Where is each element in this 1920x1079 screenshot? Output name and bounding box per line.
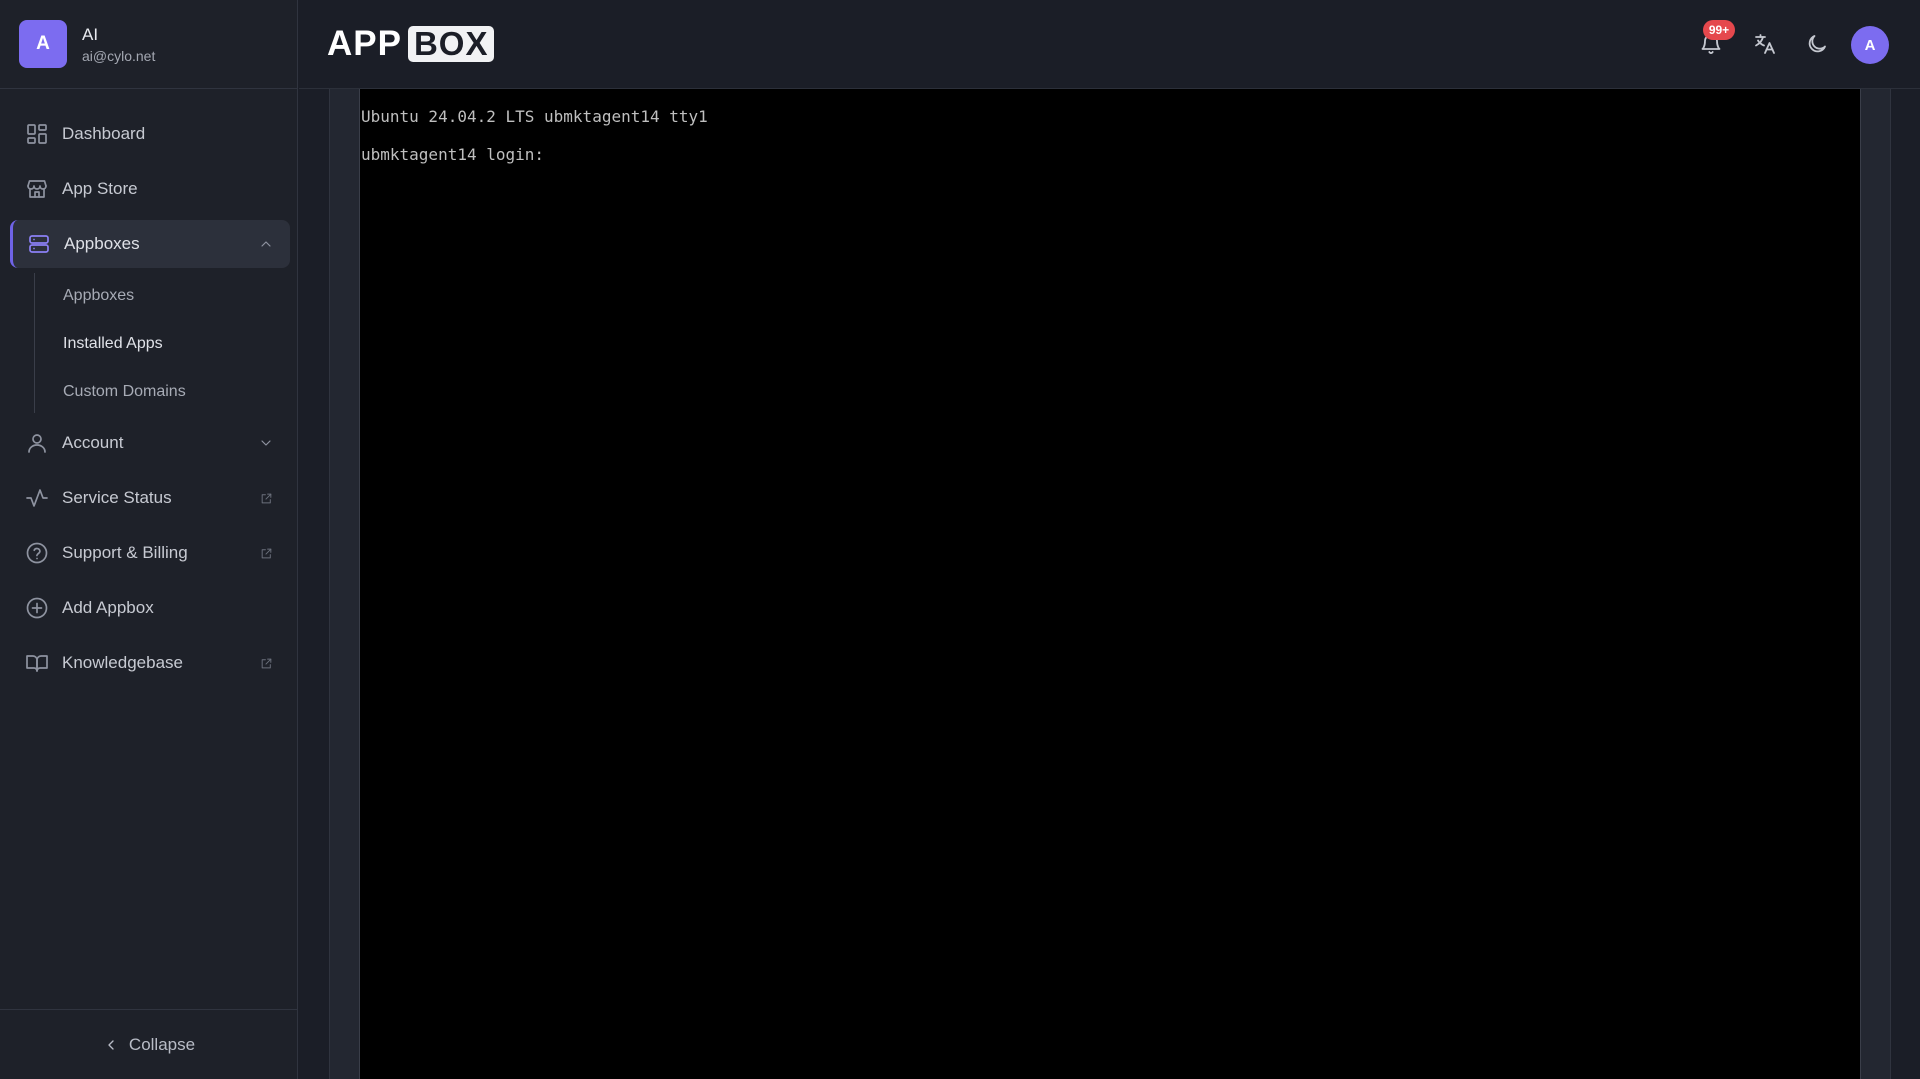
- sidebar-item-label: Support & Billing: [62, 543, 188, 562]
- sidebar-item-label: Account: [62, 433, 124, 452]
- user-avatar[interactable]: A: [19, 20, 67, 68]
- sidebar-item-label: Appboxes: [64, 234, 140, 253]
- sidebar-subitem-installed-apps[interactable]: Installed Apps: [63, 335, 163, 353]
- sidebar-subitem-appboxes[interactable]: Appboxes: [63, 287, 134, 305]
- sidebar-item-label: Dashboard: [62, 124, 146, 143]
- sidebar-item-label: App Store: [62, 179, 138, 198]
- logo-box-text: BOX: [407, 26, 495, 62]
- sidebar-item-label: Add Appbox: [62, 598, 154, 617]
- sidebar-item-account[interactable]: Account: [10, 419, 290, 467]
- chevron-down-icon[interactable]: [256, 433, 276, 453]
- chevron-up-icon[interactable]: [256, 234, 276, 254]
- translate-icon: [1755, 34, 1775, 54]
- collapse-label: Collapse: [128, 1034, 196, 1054]
- submenu-guide-line: [34, 273, 35, 413]
- language-button[interactable]: [1747, 27, 1781, 61]
- terminal-line: Ubuntu 24.04.2 LTS ubmktagent14 tty1: [361, 107, 708, 126]
- sidebar-item-dashboard[interactable]: Dashboard: [10, 110, 290, 158]
- notification-badge: 99+: [1703, 20, 1735, 40]
- sidebar-item-appboxes[interactable]: Appboxes: [10, 220, 290, 268]
- sidebar-item-service-status[interactable]: Service Status: [10, 474, 290, 522]
- external-link-icon: [256, 543, 276, 563]
- activity-icon: [24, 485, 50, 511]
- store-icon: [24, 176, 50, 202]
- sidebar-item-label: Knowledgebase: [62, 653, 183, 672]
- user-profile[interactable]: A AI ai@cylo.net: [0, 0, 298, 89]
- sidebar-item-knowledgebase[interactable]: Knowledgebase: [10, 639, 290, 687]
- terminal-console[interactable]: Ubuntu 24.04.2 LTS ubmktagent14 tty1 ubm…: [359, 89, 1861, 1079]
- collapse-sidebar-button[interactable]: Collapse: [0, 1009, 298, 1079]
- moon-icon: [1808, 35, 1826, 53]
- dashboard-grid-icon: [24, 121, 50, 147]
- chevron-left-icon: [108, 1039, 114, 1050]
- help-circle-icon: [24, 540, 50, 566]
- top-header: APP BOX: [299, 0, 1920, 89]
- logo-app-text: APP: [327, 24, 402, 63]
- server-icon: [26, 231, 52, 257]
- appbox-logo[interactable]: APP BOX: [327, 24, 495, 64]
- sidebar-item-support-billing[interactable]: Support & Billing: [10, 529, 290, 577]
- sidebar-item-app-store[interactable]: App Store: [10, 165, 290, 213]
- external-link-icon: [256, 653, 276, 673]
- user-icon: [24, 430, 50, 456]
- theme-toggle-button[interactable]: [1800, 27, 1834, 61]
- book-icon: [24, 650, 50, 676]
- plus-circle-icon: [24, 595, 50, 621]
- header-user-avatar[interactable]: A: [1851, 26, 1889, 64]
- user-email: ai@cylo.net: [82, 48, 156, 64]
- sidebar-item-add-appbox[interactable]: Add Appbox: [10, 584, 290, 632]
- sidebar-item-label: Service Status: [62, 488, 172, 507]
- external-link-icon: [256, 488, 276, 508]
- sidebar-subitem-custom-domains[interactable]: Custom Domains: [63, 383, 186, 401]
- terminal-line: ubmktagent14 login:: [361, 145, 545, 164]
- user-name: AI: [82, 25, 99, 44]
- sidebar: A AI ai@cylo.net Dashboard App Store App…: [0, 0, 298, 1079]
